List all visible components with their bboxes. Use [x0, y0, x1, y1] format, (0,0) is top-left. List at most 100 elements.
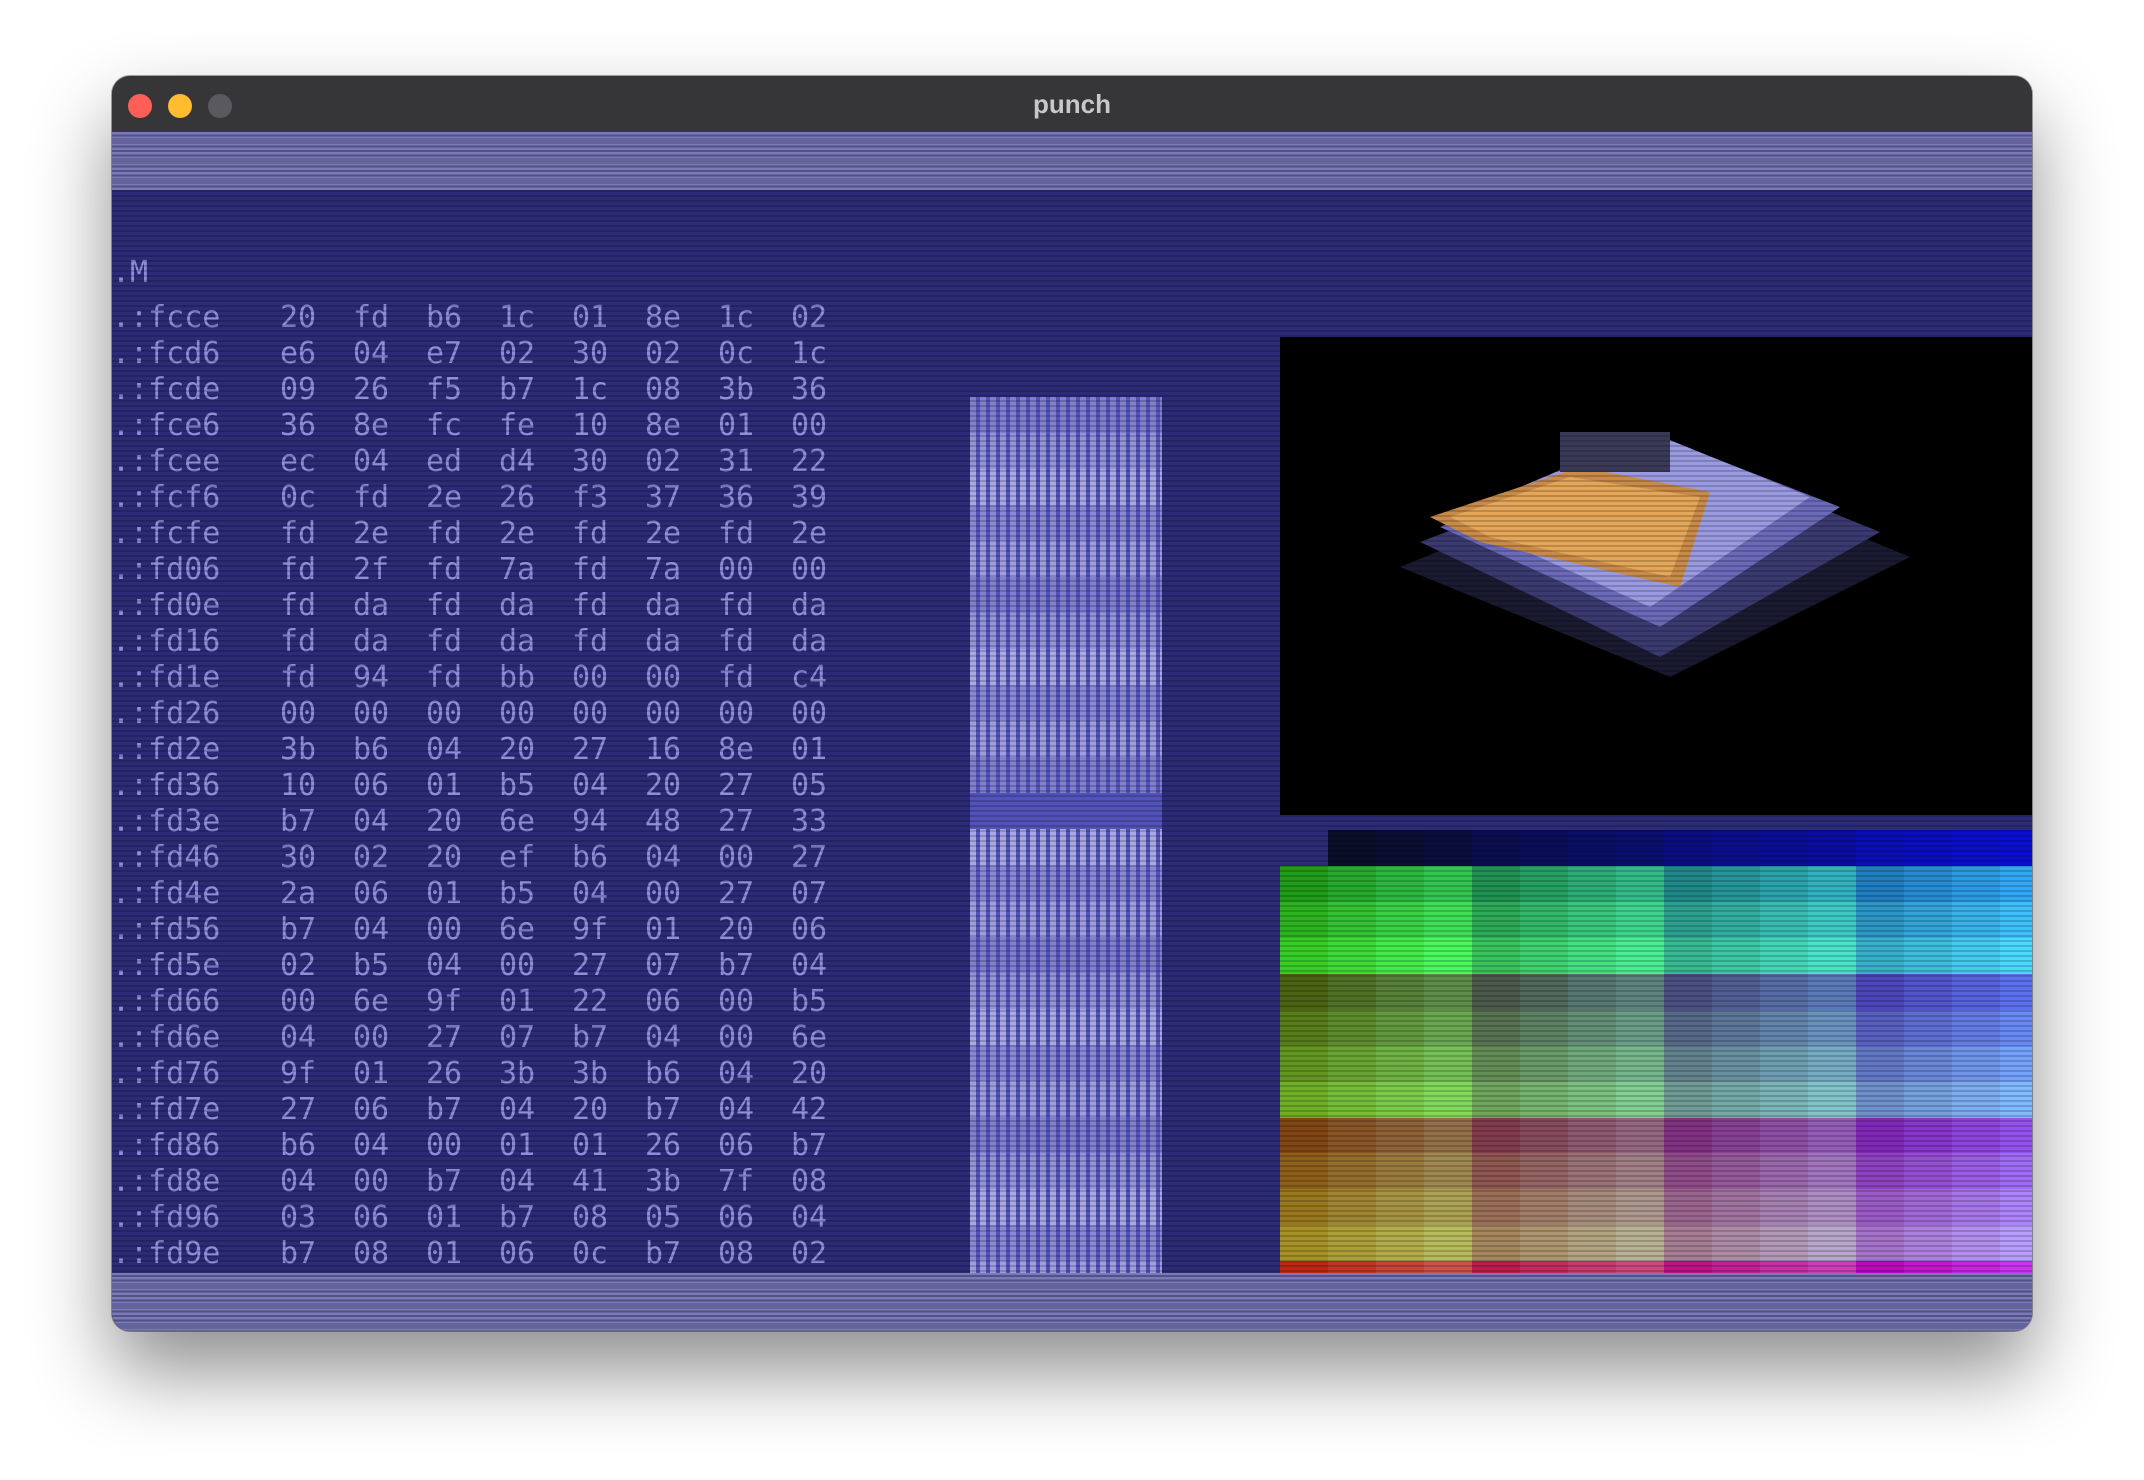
- palette-swatch: [1472, 1117, 1521, 1154]
- dump-byte: 94: [572, 804, 609, 839]
- dump-byte: 7f: [718, 1164, 755, 1199]
- dump-byte: b7: [645, 1092, 682, 1127]
- palette-swatch: [1904, 1117, 1953, 1154]
- dump-byte: 2e: [645, 516, 682, 551]
- dump-byte: 20: [791, 1056, 828, 1091]
- palette-swatch: [1424, 1117, 1473, 1154]
- dump-byte: fc: [426, 408, 463, 443]
- palette-swatch: [1328, 901, 1377, 939]
- dump-byte: 00: [499, 948, 536, 983]
- dump-byte: 8e: [353, 408, 390, 443]
- palette-swatch: [1328, 1009, 1377, 1047]
- dump-byte: 2f: [353, 552, 390, 587]
- dump-byte: 1c: [572, 372, 609, 407]
- palette-swatch: [1520, 1117, 1569, 1154]
- palette-swatch: [1376, 973, 1425, 1011]
- dump-byte: 00: [718, 1020, 755, 1055]
- dump-byte: 08: [791, 1164, 828, 1199]
- dump-byte: da: [645, 588, 682, 623]
- palette-swatch: [1712, 1081, 1761, 1118]
- dump-byte: 00: [499, 696, 536, 731]
- dump-byte: 06: [353, 876, 390, 911]
- palette-swatch: [1808, 937, 1857, 975]
- ascii-glyph-row: [970, 577, 1162, 613]
- ascii-glyph-row: [970, 721, 1162, 757]
- dump-byte: 27: [718, 768, 755, 803]
- palette-swatch: [1664, 1009, 1713, 1047]
- dump-byte: 36: [280, 408, 317, 443]
- dump-byte: 26: [426, 1056, 463, 1091]
- dump-address: .:fd9e: [112, 1236, 221, 1271]
- dump-byte: 00: [572, 696, 609, 731]
- dump-byte: 02: [645, 336, 682, 371]
- dump-byte: 22: [572, 984, 609, 1019]
- dump-byte: 02: [791, 1236, 828, 1271]
- dump-byte: 00: [791, 696, 828, 731]
- scene-back-wall: [1560, 432, 1670, 472]
- palette-swatch: [1904, 1153, 1953, 1190]
- dump-byte: b5: [791, 984, 828, 1019]
- dump-byte: 6e: [499, 912, 536, 947]
- palette-swatch: [1568, 1225, 1617, 1262]
- dump-byte: da: [499, 624, 536, 659]
- dump-byte: 06: [499, 1236, 536, 1271]
- palette-swatch: [1568, 1045, 1617, 1083]
- palette-swatch: [1664, 1225, 1713, 1262]
- palette-swatch: [1472, 973, 1521, 1011]
- palette-swatch: [1904, 1189, 1953, 1226]
- emulator-screen[interactable]: .M .:fcce 20 fd b6 1c 01 8e 1c 02 .:fcd6 e6 04 e7 02 3…: [112, 132, 2032, 1331]
- dump-byte: fd: [426, 552, 463, 587]
- dump-byte: 00: [645, 696, 682, 731]
- palette-swatch: [1568, 865, 1617, 903]
- dump-byte: 01: [426, 1236, 463, 1271]
- palette-swatch: [1712, 830, 1761, 867]
- dump-byte: 9f: [572, 912, 609, 947]
- dump-address: .:fd16: [112, 624, 221, 659]
- dump-byte: fd: [572, 552, 609, 587]
- dump-byte: 00: [426, 1128, 463, 1163]
- palette-swatch: [1952, 1153, 2001, 1190]
- dump-byte: 41: [572, 1164, 609, 1199]
- dump-byte: 01: [353, 1056, 390, 1091]
- dump-byte: 27: [718, 876, 755, 911]
- palette-swatch: [1376, 1225, 1425, 1262]
- dump-byte: 00: [718, 696, 755, 731]
- dump-byte: 00: [791, 552, 828, 587]
- palette-swatch: [1760, 1153, 1809, 1190]
- palette-swatch: [1376, 1117, 1425, 1154]
- dump-byte: fd: [572, 624, 609, 659]
- window-title: punch: [1033, 89, 1111, 119]
- palette-swatch: [2000, 865, 2032, 903]
- palette-swatch: [1856, 1045, 1905, 1083]
- palette-swatch: [1328, 1189, 1377, 1226]
- palette-swatch: [1520, 830, 1569, 867]
- dump-byte: da: [499, 588, 536, 623]
- palette-swatch: [1328, 830, 1377, 867]
- palette-swatch: [1328, 1117, 1377, 1154]
- palette-swatch: [1520, 865, 1569, 903]
- dump-byte: 0c: [572, 1236, 609, 1271]
- dump-byte: 20: [426, 840, 463, 875]
- palette-swatch: [1952, 1045, 2001, 1083]
- dump-byte: 42: [791, 1092, 828, 1127]
- dump-byte: 48: [645, 804, 682, 839]
- palette-swatch: [1520, 901, 1569, 939]
- dump-address: .:fd46: [112, 840, 221, 875]
- dump-byte: 08: [645, 372, 682, 407]
- dump-address: .:fd1e: [112, 660, 221, 695]
- palette-swatch: [1616, 1045, 1665, 1083]
- dump-byte: b7: [426, 1092, 463, 1127]
- palette-swatch: [2000, 1153, 2032, 1190]
- dump-address: .:fcee: [112, 444, 221, 479]
- palette-swatch: [1616, 1189, 1665, 1226]
- dump-address: .:fcfe: [112, 516, 221, 551]
- dump-byte: 20: [499, 732, 536, 767]
- palette-swatch: [1712, 973, 1761, 1011]
- dump-byte: 02: [353, 840, 390, 875]
- palette-swatch: [1808, 1045, 1857, 1083]
- dump-address: .:fd5e: [112, 948, 221, 983]
- dump-byte: 02: [499, 336, 536, 371]
- palette-swatch: [1760, 1081, 1809, 1118]
- palette-swatch: [1904, 1081, 1953, 1118]
- screen-border-bottom: [112, 1273, 2032, 1331]
